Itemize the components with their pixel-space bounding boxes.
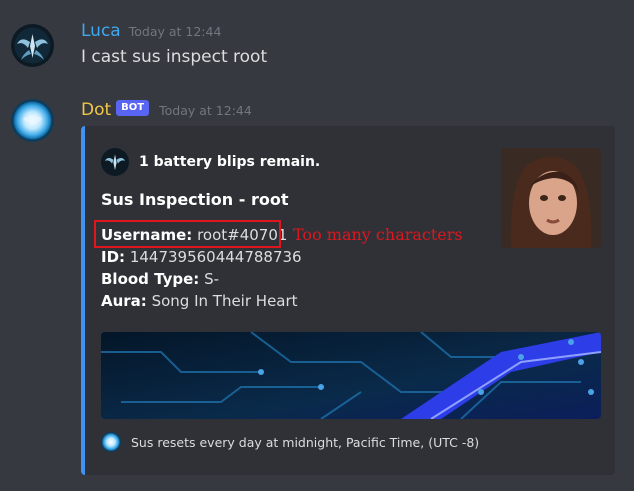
embed-image[interactable]: [101, 332, 601, 419]
field-value: 144739560444788736: [129, 248, 302, 266]
embed: 1 battery blips remain. Sus Inspection -…: [81, 126, 615, 475]
bot-avatar[interactable]: [11, 99, 54, 142]
message-content: I cast sus inspect root: [81, 47, 268, 67]
message-timestamp: Today at 12:44: [159, 102, 252, 118]
portrait-image: [501, 148, 601, 248]
message-author[interactable]: Luca: [81, 21, 121, 41]
field-label: ID:: [101, 248, 126, 266]
embed-author-name: 1 battery blips remain.: [139, 154, 321, 170]
embed-author: 1 battery blips remain.: [101, 148, 320, 176]
winged-emblem-icon: [11, 24, 54, 67]
embed-footer: Sus resets every day at midnight, Pacifi…: [101, 432, 479, 452]
field-label: Aura:: [101, 292, 147, 310]
embed-field-id: ID: 144739560444788736: [101, 248, 302, 266]
embed-title: Sus Inspection - root: [101, 190, 289, 209]
embed-author-icon: [101, 148, 129, 176]
winged-emblem-icon: [101, 148, 129, 176]
message-timestamp: Today at 12:44: [128, 24, 222, 39]
embed-thumbnail[interactable]: [501, 148, 601, 248]
circuit-banner-image: [101, 332, 601, 419]
embed-footer-text: Sus resets every day at midnight, Pacifi…: [131, 434, 480, 450]
annotation-highlight-box: [94, 220, 281, 248]
embed-field-blood-type: Blood Type: S-: [101, 270, 219, 288]
message-author[interactable]: Dot: [81, 100, 111, 120]
glowing-orb-icon: [101, 432, 121, 452]
embed-field-aura: Aura: Song In Their Heart: [101, 292, 298, 310]
annotation-text: Too many characters: [293, 225, 463, 244]
field-label: Blood Type:: [101, 270, 200, 288]
user-avatar[interactable]: [11, 24, 54, 67]
field-value: Song In Their Heart: [151, 292, 298, 310]
glowing-orb-icon: [11, 99, 54, 142]
bot-tag: BOT: [116, 100, 150, 116]
field-value: S-: [204, 270, 220, 288]
